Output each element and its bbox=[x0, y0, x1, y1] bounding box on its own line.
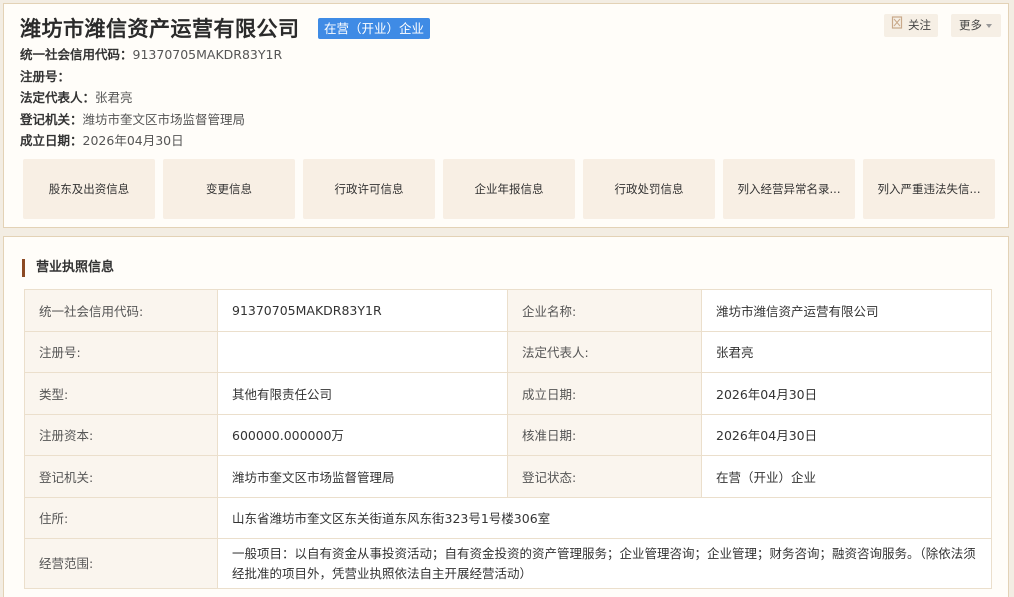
field-label: 住所: bbox=[24, 496, 218, 539]
summary-value: 张君亮 bbox=[95, 90, 133, 106]
business-license-card: 营业执照信息 统一社会信用代码: 91370705MAKDR83Y1R 企业名称… bbox=[3, 236, 1009, 597]
field-value bbox=[217, 330, 508, 373]
more-label: 更多 bbox=[959, 18, 982, 32]
field-label: 类型: bbox=[24, 372, 218, 415]
field-value: 潍坊市奎文区市场监督管理局 bbox=[217, 455, 508, 498]
summary-reg-authority: 登记机关：潍坊市奎文区市场监督管理局 bbox=[20, 109, 282, 131]
bookmark-icon bbox=[891, 14, 903, 37]
field-label: 企业名称: bbox=[507, 289, 702, 332]
summary-legal-rep: 法定代表人：张君亮 bbox=[20, 87, 282, 109]
business-scope-value: 一般项目：以自有资金从事投资活动；自有资金投资的资产管理服务；企业管理咨询；企业… bbox=[217, 538, 992, 589]
table-row: 登记机关: 潍坊市奎文区市场监督管理局 登记状态: 在营（开业）企业 bbox=[24, 455, 992, 498]
table-row: 住所: 山东省潍坊市奎文区东关街道东风东街323号1号楼306室 bbox=[24, 496, 992, 539]
company-name: 潍坊市潍信资产运营有限公司 bbox=[20, 17, 300, 41]
license-table: 统一社会信用代码: 91370705MAKDR83Y1R 企业名称: 潍坊市潍信… bbox=[24, 289, 992, 589]
field-label: 统一社会信用代码: bbox=[24, 289, 218, 332]
field-value: 其他有限责任公司 bbox=[217, 372, 508, 415]
field-label: 经营范围: bbox=[24, 538, 218, 589]
table-row: 注册号: 法定代表人: 张君亮 bbox=[24, 330, 992, 373]
summary-label: 注册号： bbox=[20, 68, 71, 84]
address-value: 山东省潍坊市奎文区东关街道东风东街323号1号楼306室 bbox=[217, 496, 992, 539]
field-value: 2026年04月30日 bbox=[701, 413, 992, 456]
company-summary: 统一社会信用代码：91370705MAKDR83Y1R 注册号： 法定代表人：张… bbox=[20, 44, 282, 152]
tab-admin-license[interactable]: 行政许可信息 bbox=[303, 159, 435, 219]
tab-serious-violation[interactable]: 列入严重违法失信... bbox=[863, 159, 995, 219]
field-label: 登记状态: bbox=[507, 455, 702, 498]
field-label: 核准日期: bbox=[507, 413, 702, 456]
follow-label: 关注 bbox=[908, 18, 931, 32]
summary-value: 91370705MAKDR83Y1R bbox=[132, 47, 283, 62]
caret-down-icon bbox=[985, 14, 993, 37]
field-value: 潍坊市潍信资产运营有限公司 bbox=[701, 289, 992, 332]
field-label: 注册资本: bbox=[24, 413, 218, 456]
summary-label: 登记机关： bbox=[20, 111, 83, 127]
tab-shareholders[interactable]: 股东及出资信息 bbox=[23, 159, 155, 219]
field-label: 法定代表人: bbox=[507, 330, 702, 373]
section-title: 营业执照信息 bbox=[22, 259, 114, 277]
status-badge: 在营（开业）企业 bbox=[318, 18, 431, 39]
tab-abnormal-list[interactable]: 列入经营异常名录... bbox=[723, 159, 855, 219]
tab-admin-penalty[interactable]: 行政处罚信息 bbox=[583, 159, 715, 219]
summary-label: 成立日期： bbox=[20, 133, 83, 149]
more-button[interactable]: 更多 bbox=[951, 14, 1001, 37]
field-value: 91370705MAKDR83Y1R bbox=[217, 289, 508, 332]
summary-label: 统一社会信用代码： bbox=[20, 47, 133, 62]
summary-value: 潍坊市奎文区市场监督管理局 bbox=[82, 111, 246, 127]
field-value: 在营（开业）企业 bbox=[701, 455, 992, 498]
summary-credit-code: 统一社会信用代码：91370705MAKDR83Y1R bbox=[20, 44, 282, 66]
table-row: 注册资本: 600000.000000万 核准日期: 2026年04月30日 bbox=[24, 413, 992, 456]
field-value: 2026年04月30日 bbox=[701, 372, 992, 415]
field-label: 登记机关: bbox=[24, 455, 218, 498]
tab-changes[interactable]: 变更信息 bbox=[163, 159, 295, 219]
summary-label: 法定代表人： bbox=[20, 90, 96, 106]
summary-reg-number: 注册号： bbox=[20, 66, 282, 88]
field-value: 张君亮 bbox=[701, 330, 992, 373]
company-header-card: 潍坊市潍信资产运营有限公司 在营（开业）企业 关注 更多 统一社会信用代码：91… bbox=[3, 3, 1009, 228]
table-row: 经营范围: 一般项目：以自有资金从事投资活动；自有资金投资的资产管理服务；企业管… bbox=[24, 538, 992, 589]
info-tabs: 股东及出资信息 变更信息 行政许可信息 企业年报信息 行政处罚信息 列入经营异常… bbox=[23, 159, 995, 219]
field-label: 注册号: bbox=[24, 330, 218, 373]
table-row: 类型: 其他有限责任公司 成立日期: 2026年04月30日 bbox=[24, 372, 992, 415]
field-label: 成立日期: bbox=[507, 372, 702, 415]
summary-established-date: 成立日期：2026年04月30日 bbox=[20, 130, 282, 152]
follow-button[interactable]: 关注 bbox=[884, 14, 938, 37]
tab-annual-report[interactable]: 企业年报信息 bbox=[443, 159, 575, 219]
table-row: 统一社会信用代码: 91370705MAKDR83Y1R 企业名称: 潍坊市潍信… bbox=[24, 289, 992, 332]
summary-value: 2026年04月30日 bbox=[82, 133, 184, 149]
field-value: 600000.000000万 bbox=[217, 413, 508, 456]
